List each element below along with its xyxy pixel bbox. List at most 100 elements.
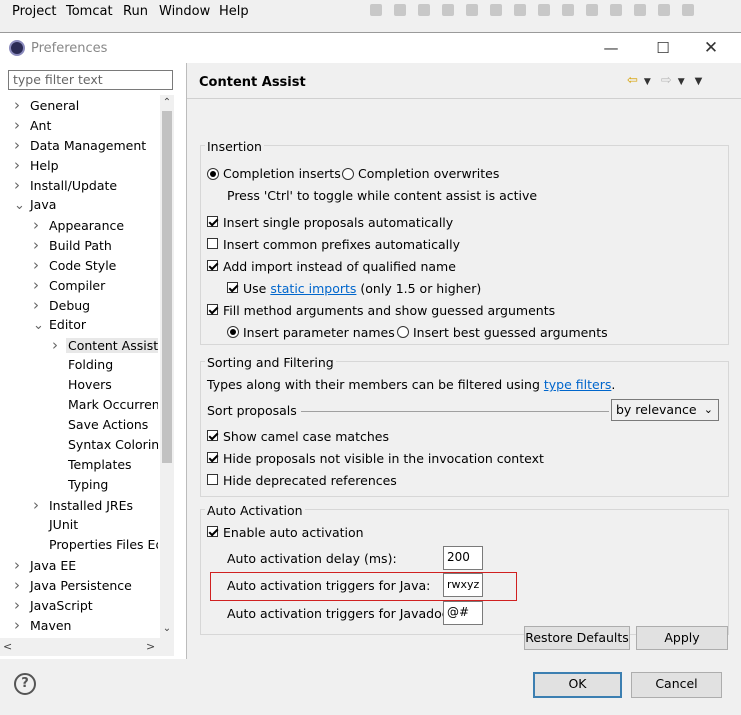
insert-best-guessed-radio[interactable] [397, 326, 409, 338]
tree-item[interactable]: › Compiler [33, 275, 105, 295]
chevron-right-icon[interactable]: › [14, 115, 30, 135]
tree-item[interactable]: › Debug [33, 295, 90, 315]
tree-item-label: Java Persistence [30, 578, 132, 593]
tree-item[interactable]: › General [14, 95, 79, 115]
chevron-down-icon[interactable]: ⌄ [14, 196, 30, 216]
insert-common-prefixes-checkbox[interactable] [207, 238, 218, 249]
tree-item[interactable]: › Java EE [14, 555, 76, 575]
tree-item[interactable]: ⌄ Editor [33, 315, 86, 335]
hide-deprecated-checkbox[interactable] [207, 474, 218, 485]
cancel-button[interactable]: Cancel [631, 672, 722, 698]
menu-project[interactable]: Project [12, 4, 56, 19]
scroll-down-icon[interactable]: ⌄ [160, 623, 174, 634]
tree-item[interactable]: › Content Assist [52, 335, 158, 355]
preferences-dialog: Preferences — ☐ ✕ type filter text › Gene… [0, 32, 741, 715]
completion-inserts-radio[interactable] [207, 168, 219, 180]
chevron-right-icon[interactable]: › [33, 295, 49, 315]
chevron-right-icon[interactable]: › [33, 495, 49, 515]
tree-item[interactable]: › Installed JREs [33, 495, 133, 515]
tree-item[interactable]: › Build Path [33, 235, 112, 255]
tree-horizontal-scrollbar[interactable]: < > [0, 638, 174, 656]
camel-case-label: Show camel case matches [223, 429, 389, 444]
tree-item[interactable]: › Java Persistence [14, 575, 132, 595]
tree-item[interactable]: › JavaScript [14, 595, 93, 615]
tree-item[interactable]: Save Actions [52, 415, 148, 435]
help-icon[interactable]: ? [14, 673, 36, 695]
type-filters-text: Types along with their members can be fi… [207, 377, 615, 392]
java-triggers-input[interactable]: rwxyz [443, 573, 483, 597]
tree-item[interactable]: › Code Style [33, 255, 116, 275]
chevron-right-icon[interactable]: › [14, 135, 30, 155]
chevron-right-icon[interactable]: › [14, 595, 30, 615]
menu-tomcat[interactable]: Tomcat [66, 4, 113, 19]
page-title: Content Assist [199, 75, 306, 90]
chevron-right-icon[interactable]: › [33, 215, 49, 235]
back-arrow-icon[interactable]: ⇦ [627, 73, 638, 88]
completion-overwrites-radio[interactable] [342, 168, 354, 180]
restore-defaults-button[interactable]: Restore Defaults [524, 626, 630, 650]
forward-arrow-icon[interactable]: ⇨ [661, 73, 672, 88]
use-static-imports-checkbox[interactable] [227, 282, 238, 293]
menu-window[interactable]: Window [159, 4, 210, 19]
hide-not-visible-checkbox[interactable] [207, 452, 218, 463]
types-description: Types along with their members can be fi… [207, 377, 540, 392]
auto-activation-delay-input[interactable]: 200 [443, 546, 483, 570]
view-menu-icon[interactable]: ▼ [695, 76, 703, 87]
scroll-left-icon[interactable]: < [3, 640, 12, 653]
insert-parameter-names-radio[interactable] [227, 326, 239, 338]
chevron-right-icon[interactable]: › [33, 255, 49, 275]
scroll-right-icon[interactable]: > [146, 640, 155, 653]
minimize-icon[interactable]: — [596, 36, 626, 60]
tree-item[interactable]: Templates [52, 455, 132, 475]
chevron-down-icon[interactable]: ⌄ [33, 316, 49, 336]
chevron-right-icon[interactable]: › [14, 175, 30, 195]
tree-item[interactable]: Typing [52, 475, 108, 495]
tree-item[interactable]: › Maven [14, 615, 71, 635]
camel-case-checkbox[interactable] [207, 430, 218, 441]
tree-item[interactable]: › Appearance [33, 215, 124, 235]
tree-item[interactable]: Syntax Coloring [52, 435, 158, 455]
fill-method-arguments-checkbox[interactable] [207, 304, 218, 315]
chevron-right-icon[interactable]: › [14, 95, 30, 115]
dropdown-icon[interactable]: ▼ [644, 77, 651, 87]
tree-item[interactable]: › Ant [14, 115, 51, 135]
tree-item[interactable]: › Data Management [14, 135, 146, 155]
static-imports-link[interactable]: static imports [270, 281, 356, 296]
tree-item[interactable]: Mark Occurren [52, 395, 158, 415]
javadoc-triggers-input[interactable]: @# [443, 601, 483, 625]
tree-item[interactable]: JUnit [33, 515, 78, 535]
tree-item[interactable]: › Install/Update [14, 175, 117, 195]
tree-item[interactable]: › Help [14, 155, 59, 175]
ok-button[interactable]: OK [533, 672, 622, 698]
chevron-right-icon[interactable]: › [14, 155, 30, 175]
tree-item[interactable]: ⌄ Java [14, 195, 56, 215]
close-icon[interactable]: ✕ [696, 36, 726, 60]
add-import-checkbox[interactable] [207, 260, 218, 271]
chevron-right-icon[interactable]: › [33, 235, 49, 255]
tree-item[interactable]: Properties Files Ed [33, 535, 158, 555]
chevron-right-icon[interactable]: › [14, 575, 30, 595]
tree-vertical-scrollbar[interactable]: ⌃ ⌄ [160, 95, 174, 638]
dropdown-icon[interactable]: ▼ [678, 77, 685, 87]
chevron-right-icon[interactable]: › [14, 615, 30, 635]
menu-run[interactable]: Run [123, 4, 148, 19]
maximize-icon[interactable]: ☐ [648, 36, 678, 60]
insert-parameter-names-label: Insert parameter names [243, 325, 395, 340]
chevron-right-icon[interactable]: › [14, 555, 30, 575]
tree-item[interactable]: Folding [52, 355, 113, 375]
sort-proposals-select[interactable]: by relevance ⌄ [611, 399, 719, 421]
apply-button[interactable]: Apply [636, 626, 728, 650]
scrollbar-thumb[interactable] [162, 111, 172, 463]
tree-item-label: Typing [68, 477, 109, 492]
tree-item-label: Debug [49, 298, 91, 313]
tree-item-label: Compiler [49, 278, 106, 293]
enable-auto-activation-checkbox[interactable] [207, 526, 218, 537]
chevron-right-icon[interactable]: › [33, 275, 49, 295]
filter-input[interactable]: type filter text [8, 70, 173, 90]
insert-best-guessed-label: Insert best guessed arguments [413, 325, 608, 340]
tree-item[interactable]: Hovers [52, 375, 112, 395]
insert-single-proposals-checkbox[interactable] [207, 216, 218, 227]
type-filters-link[interactable]: type filters [544, 377, 612, 392]
menu-help[interactable]: Help [219, 4, 249, 19]
scroll-up-icon[interactable]: ⌃ [160, 97, 174, 108]
